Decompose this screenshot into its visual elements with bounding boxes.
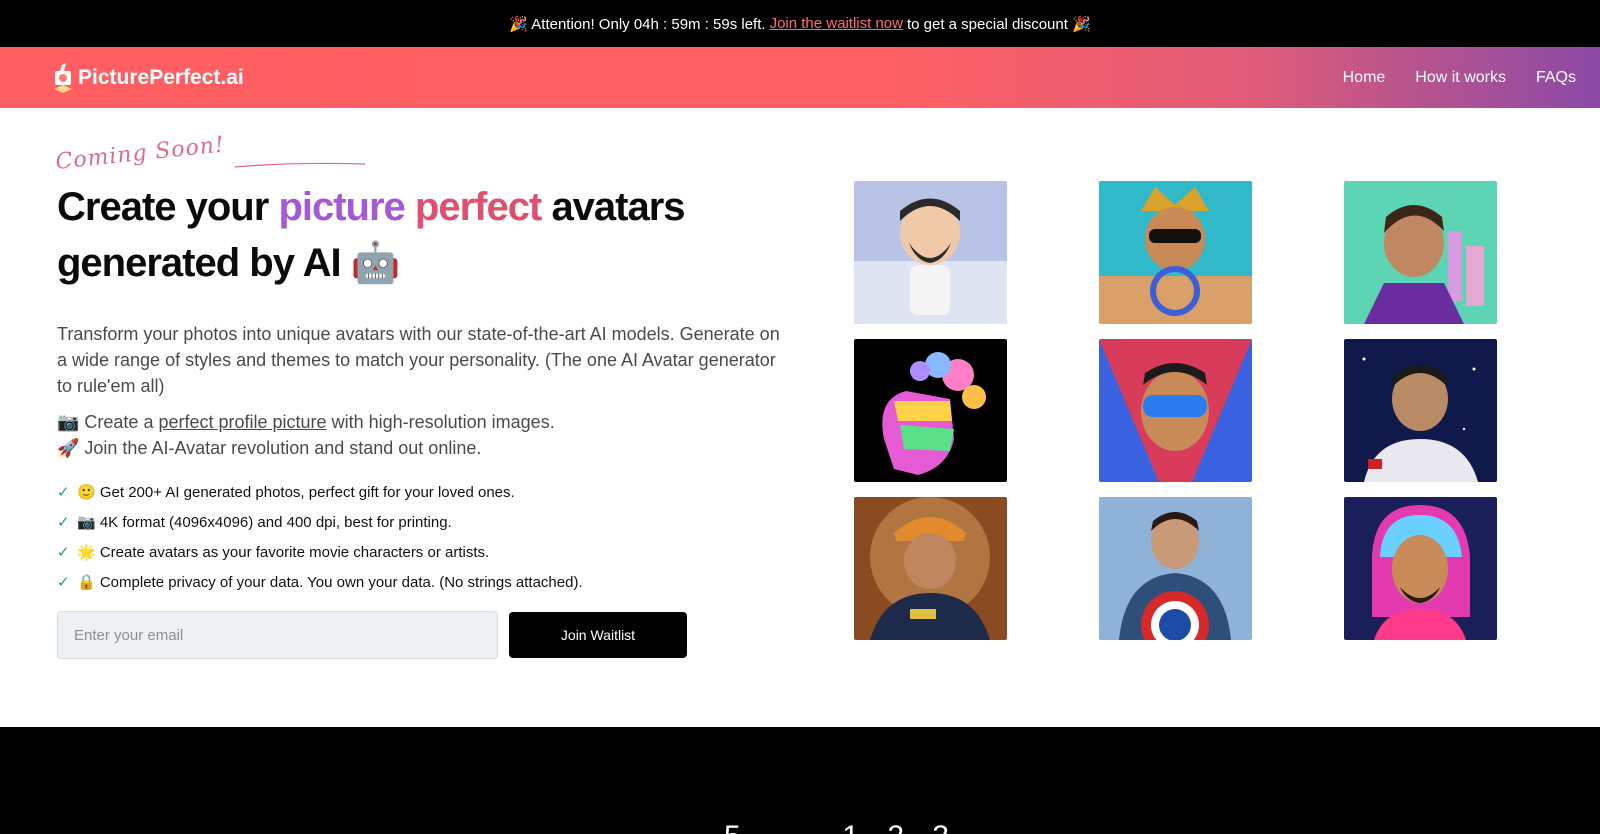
nav-faqs[interactable]: FAQs <box>1536 69 1576 87</box>
point1-prefix: 📷 Create a <box>57 412 154 432</box>
avatar-image-astronaut <box>1344 339 1497 482</box>
avatar-gallery <box>854 181 1497 640</box>
check-icon: ✓ <box>57 514 70 531</box>
join-waitlist-link[interactable]: Join the waitlist now <box>770 15 903 32</box>
avatar-image-funko <box>854 181 1007 324</box>
avatar-image-gta-style <box>1344 181 1497 324</box>
feature-item: ✓ 📷 4K format (4096x4096) and 400 dpi, be… <box>57 507 797 537</box>
waitlist-form: Join Waitlist <box>57 611 797 659</box>
announcement-text: 🎉 Attention! Only 04h : 59m : 59s left. <box>509 15 766 33</box>
footer-section: 5 ... 1 2 3 <box>0 727 1600 834</box>
feature-text: 🔒 Complete privacy of your data. You own… <box>77 574 583 591</box>
announcement-suffix: to get a special discount 🎉 <box>906 15 1091 33</box>
check-icon: ✓ <box>57 484 70 501</box>
perfect-profile-picture-link[interactable]: perfect profile picture <box>158 412 326 432</box>
feature-text: 📷 4K format (4096x4096) and 400 dpi, bes… <box>77 514 452 531</box>
nav-how-it-works[interactable]: How it works <box>1415 69 1506 87</box>
avatar-image-flower-profile <box>854 339 1007 482</box>
feature-text: 🌟 Create avatars as your favorite movie … <box>77 544 490 561</box>
avatar-image-king <box>1099 181 1252 324</box>
join-waitlist-button[interactable]: Join Waitlist <box>509 612 687 658</box>
brand-camera-icon <box>54 62 72 93</box>
point-revolution: 🚀 Join the AI-Avatar revolution and stan… <box>57 438 482 458</box>
feature-item: ✓ 🌟 Create avatars as your favorite movie… <box>57 537 797 567</box>
title-line2: generated by AI 🤖 <box>57 241 401 285</box>
hero-description: Transform your photos into unique avatar… <box>57 324 780 396</box>
brand-logo-link[interactable]: PicturePerfect.ai <box>52 61 244 95</box>
title-start: Create your <box>57 185 269 229</box>
navbar: PicturePerfect.ai Home How it works FAQs <box>0 47 1600 108</box>
footer-partial-heading: 5 ... 1 2 3 <box>724 820 959 834</box>
feature-text: 🙂 Get 200+ AI generated photos, perfect … <box>77 484 515 501</box>
brand-name: PicturePerfect.ai <box>78 65 244 89</box>
avatar-image-captain <box>1099 497 1252 640</box>
point-profile-picture: 📷 Create a perfect profile picture with … <box>57 409 797 435</box>
title-end: avatars <box>551 185 685 229</box>
page-title: Create your picture perfect avatars gene… <box>57 179 797 291</box>
title-highlight-perfect: perfect <box>414 185 542 229</box>
nav-links: Home How it works FAQs <box>1343 69 1576 87</box>
hero-section: Coming Soon! Create your picture perfect… <box>54 132 797 659</box>
check-icon: ✓ <box>57 574 70 591</box>
feature-item: ✓ 🔒 Complete privacy of your data. You ow… <box>57 567 797 597</box>
coming-soon-text: Coming Soon! <box>54 132 226 175</box>
hero-points: 📷 Create a perfect profile picture with … <box>57 409 797 461</box>
feature-list: ✓ 🙂 Get 200+ AI generated photos, perfect… <box>57 477 797 597</box>
avatar-image-officer <box>854 497 1007 640</box>
coming-soon-tagline: Coming Soon! <box>54 132 797 175</box>
check-icon: ✓ <box>57 544 70 561</box>
point1-suffix: with high-resolution images. <box>331 412 555 432</box>
avatar-image-sunglasses <box>1099 339 1252 482</box>
tagline-underline <box>235 162 366 168</box>
nav-home[interactable]: Home <box>1343 69 1386 87</box>
announcement-bar: 🎉 Attention! Only 04h : 59m : 59s left. … <box>0 0 1600 47</box>
email-input[interactable] <box>57 611 498 659</box>
feature-item: ✓ 🙂 Get 200+ AI generated photos, perfect… <box>57 477 797 507</box>
title-highlight-picture: picture <box>278 185 405 229</box>
avatar-image-colorful-hair <box>1344 497 1497 640</box>
